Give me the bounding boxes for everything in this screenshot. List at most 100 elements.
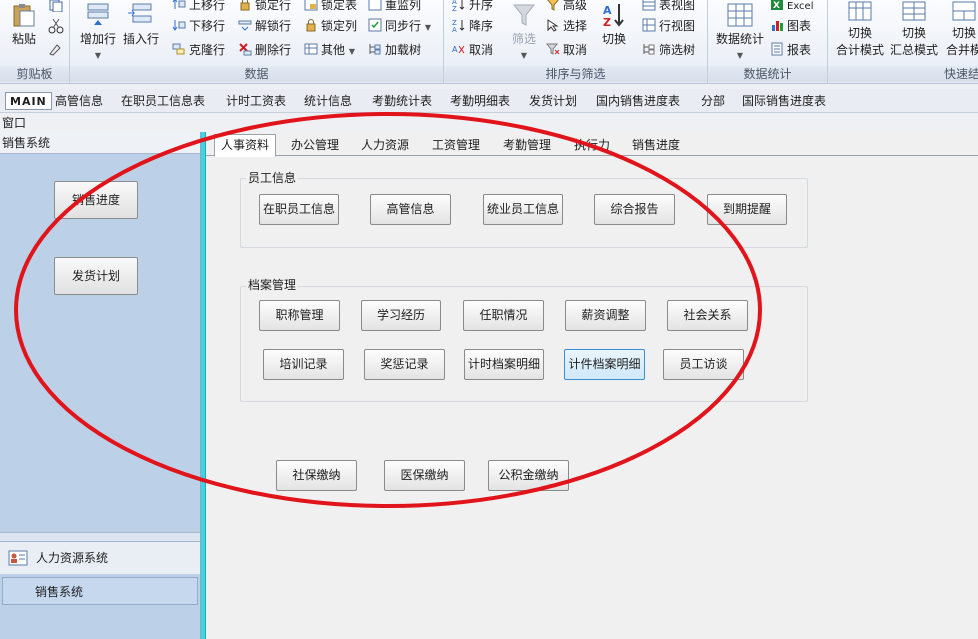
active-employee-info-button[interactable]: 在职员工信息	[259, 194, 339, 225]
module-tab-hourly-wage[interactable]: 计时工资表	[222, 92, 290, 110]
filter-tree-button[interactable]: 筛选树	[642, 39, 695, 61]
total-mode-button[interactable]: 切换 合计模式	[832, 0, 888, 58]
tree-icon	[369, 44, 381, 55]
sort-desc-button[interactable]: Z A 降序	[452, 15, 493, 37]
module-tab-executive-info[interactable]: 高管信息	[51, 92, 107, 110]
add-row-button[interactable]: 增加行 ▼	[78, 2, 118, 61]
paste-button[interactable]: 粘贴	[4, 2, 44, 47]
add-row-icon	[87, 3, 109, 25]
module-tab-shipping-plan[interactable]: 发货计划	[525, 92, 581, 110]
insert-row-button[interactable]: 插入行	[120, 2, 162, 47]
table-view-button[interactable]: 表视图	[642, 0, 695, 16]
summary-mode-icon	[902, 1, 926, 21]
lock-row-icon	[240, 0, 250, 11]
expiry-reminder-button[interactable]: 到期提醒	[707, 194, 787, 225]
other-button[interactable]: 其他 ▼	[304, 39, 355, 61]
unlock-row-button[interactable]: 解锁行	[238, 15, 291, 37]
module-tab-main[interactable]: MAIN	[5, 92, 52, 110]
merge-mode-button[interactable]: 切换合并模	[940, 0, 978, 58]
module-tab-attendance-stats[interactable]: 考勤统计表	[368, 92, 436, 110]
medical-insurance-button[interactable]: 医保缴纳	[384, 460, 465, 491]
svg-text:Z: Z	[452, 5, 457, 11]
training-records-button[interactable]: 培训记录	[263, 349, 344, 380]
statistics-employee-info-button[interactable]: 统业员工信息	[483, 194, 563, 225]
module-tab-domestic-sales[interactable]: 国内销售进度表	[592, 92, 684, 110]
move-down-button[interactable]: 下移行	[172, 15, 225, 37]
excel-button[interactable]: X Excel	[770, 0, 814, 16]
copy-icon[interactable]	[48, 0, 64, 12]
social-insurance-button[interactable]: 社保缴纳	[276, 460, 357, 491]
lock-table-button[interactable]: 锁定表	[304, 0, 357, 16]
move-down-icon	[172, 20, 186, 31]
hourly-archive-detail-button[interactable]: 计时档案明细	[464, 349, 544, 380]
data-group: 增加行 ▼ 插入行 上移行 下移行 克隆行 锁定行 解锁行 删除行 锁定表 锁定列…	[70, 0, 444, 83]
clipboard-group-label: 剪贴板	[0, 66, 69, 82]
delete-row-button[interactable]: 删除行	[238, 39, 291, 61]
switch-sort-button[interactable]: AZ 切换	[596, 2, 632, 47]
svg-text:A: A	[452, 45, 458, 54]
lock-row-button[interactable]: 锁定行	[238, 0, 291, 16]
sales-system-nav[interactable]: 销售系统	[2, 577, 198, 605]
content-tab-strip: 人事资料 办公管理 人力资源 工资管理 考勤管理 执行力 销售进度	[206, 132, 978, 157]
data-stats-button[interactable]: 数据统计 ▼	[712, 2, 768, 61]
tab-personnel-records[interactable]: 人事资料	[214, 134, 276, 157]
ribbon: 粘贴 剪贴板 增加行 ▼ 插入行 上移行 下移行 克隆行 锁定行 解锁行 删除行 …	[0, 0, 978, 84]
sort-asc-button[interactable]: A Z 升序	[452, 0, 493, 16]
hr-system-nav[interactable]: 人力资源系统	[0, 542, 200, 574]
report-button[interactable]: 报表	[770, 39, 811, 61]
tab-human-resources[interactable]: 人力资源	[354, 136, 416, 156]
window-label: 窗口	[2, 116, 27, 130]
shipping-plan-button[interactable]: 发货计划	[54, 257, 138, 295]
advanced-filter-button[interactable]: 高级	[546, 0, 587, 16]
filter-cancel-button[interactable]: 取消	[546, 39, 587, 61]
module-tab-attendance-detail[interactable]: 考勤明细表	[446, 92, 514, 110]
svg-text:A: A	[452, 26, 457, 32]
load-tree-button[interactable]: 加载树	[368, 39, 421, 61]
sort-asc-icon: AZ	[452, 0, 465, 11]
format-painter-icon[interactable]	[48, 42, 64, 56]
executive-info-button[interactable]: 高管信息	[370, 194, 451, 225]
sync-row-button[interactable]: 同步行 ▼	[368, 15, 431, 37]
row-view-button[interactable]: 行视图	[642, 15, 695, 37]
comprehensive-report-button[interactable]: 综合报告	[594, 194, 675, 225]
rewards-penalties-button[interactable]: 奖惩记录	[364, 349, 445, 380]
lock-col-button[interactable]: 锁定列	[304, 15, 357, 37]
tab-execution[interactable]: 执行力	[568, 136, 616, 156]
move-up-button[interactable]: 上移行	[172, 0, 225, 16]
table-view-icon	[642, 0, 656, 11]
filter-button[interactable]: 筛选 ▼	[506, 2, 542, 61]
title-management-button[interactable]: 职称管理	[259, 300, 340, 331]
summary-mode-button[interactable]: 切换 汇总模式	[886, 0, 942, 58]
chart-icon	[772, 21, 783, 31]
left-panel-splitter[interactable]	[0, 532, 200, 542]
tab-salary-management[interactable]: 工资管理	[425, 136, 487, 156]
lock-col-icon	[306, 19, 316, 32]
chart-button[interactable]: 图表	[770, 15, 811, 37]
employee-interview-button[interactable]: 员工访谈	[663, 349, 744, 380]
overlay-col-button[interactable]: 重监列	[368, 0, 421, 16]
unlock-row-icon	[238, 20, 252, 31]
tab-attendance-management[interactable]: 考勤管理	[496, 136, 558, 156]
quick-switch-group-label: 快速结	[828, 66, 978, 82]
employee-info-legend: 员工信息	[246, 169, 299, 186]
cut-icon[interactable]	[48, 18, 64, 34]
salary-adjustment-button[interactable]: 薪资调整	[565, 300, 646, 331]
sort-cancel-button[interactable]: A 取消	[452, 39, 493, 61]
education-history-button[interactable]: 学习经历	[361, 300, 441, 331]
left-navigation-panel: 销售系统 销售进度 发货计划 人力资源系统 销售系统	[0, 132, 201, 639]
piecework-archive-detail-button[interactable]: 计件档案明细	[564, 349, 645, 380]
housing-fund-button[interactable]: 公积金缴纳	[488, 460, 569, 491]
module-tab-statistics[interactable]: 统计信息	[300, 92, 356, 110]
module-tab-intl-sales[interactable]: 国际销售进度表	[738, 92, 830, 110]
module-tab-employee-table[interactable]: 在职员工信息表	[117, 92, 209, 110]
module-tab-branch[interactable]: 分部	[697, 92, 729, 110]
tab-office-management[interactable]: 办公管理	[284, 136, 346, 156]
select-button[interactable]: 选择	[546, 15, 587, 37]
social-relations-button[interactable]: 社会关系	[667, 300, 748, 331]
sales-progress-button[interactable]: 销售进度	[54, 181, 138, 219]
clone-row-button[interactable]: 克隆行	[172, 39, 225, 61]
position-status-button[interactable]: 任职情况	[463, 300, 544, 331]
main-content: 人事资料 办公管理 人力资源 工资管理 考勤管理 执行力 销售进度 员工信息 在…	[206, 132, 978, 639]
table-icon	[304, 43, 318, 55]
tab-sales-progress[interactable]: 销售进度	[625, 136, 687, 156]
